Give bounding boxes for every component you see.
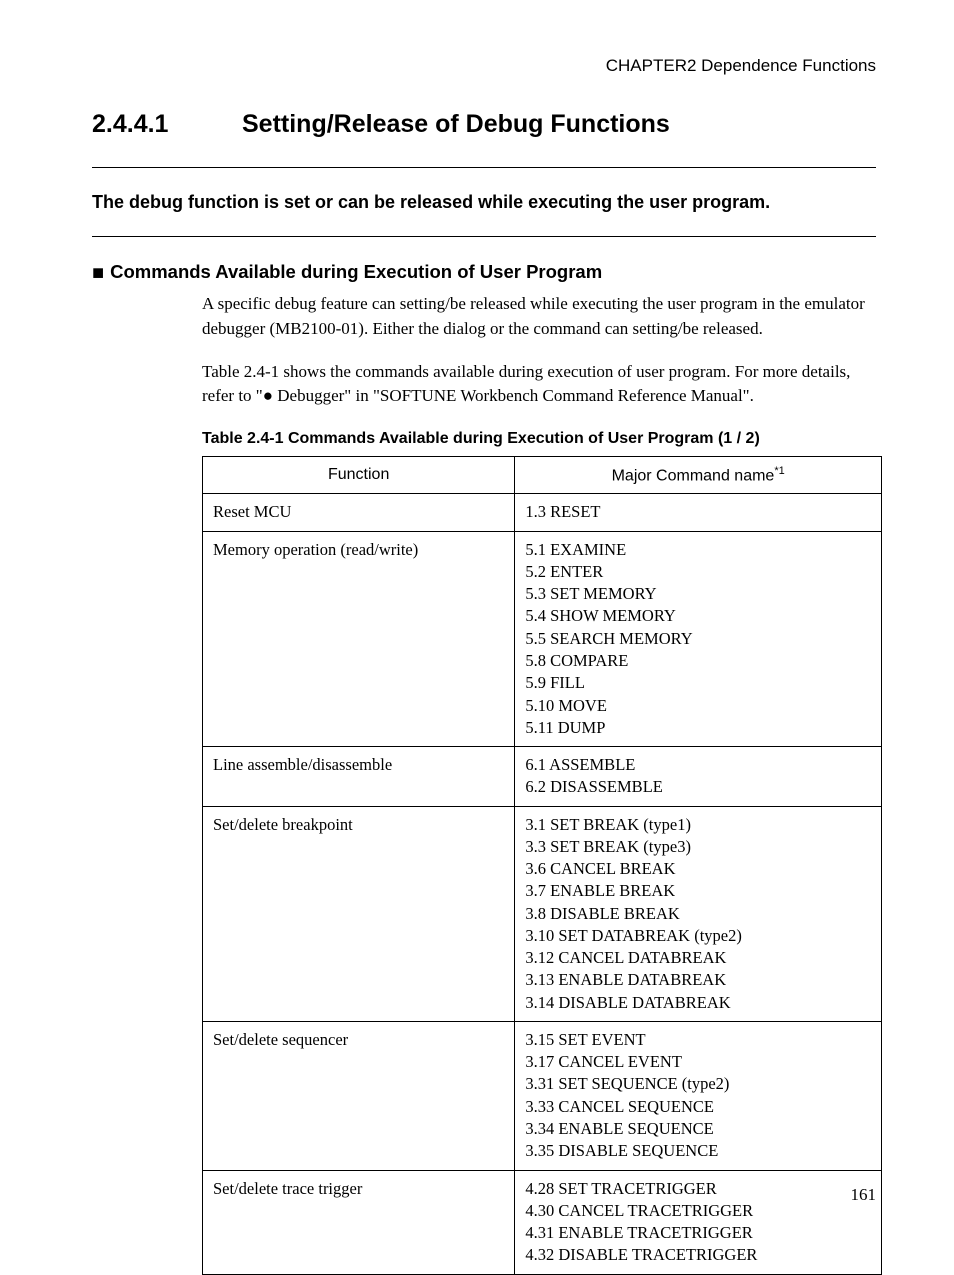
divider-bottom <box>92 236 876 237</box>
table-cell-function: Set/delete trace trigger <box>203 1170 515 1274</box>
section-title: 2.4.4.1Setting/Release of Debug Function… <box>92 110 876 139</box>
table-cell-function: Set/delete breakpoint <box>203 806 515 1021</box>
paragraph: Table 2.4-1 shows the commands available… <box>202 360 876 409</box>
section-title-text: Setting/Release of Debug Functions <box>242 110 670 138</box>
page-number: 161 <box>851 1185 877 1205</box>
table-cell-commands: 3.15 SET EVENT3.17 CANCEL EVENT3.31 SET … <box>515 1021 882 1170</box>
section-number: 2.4.4.1 <box>92 110 242 139</box>
table-cell-function: Memory operation (read/write) <box>203 531 515 746</box>
square-bullet-icon: ■ <box>92 262 104 284</box>
subheading-text: Commands Available during Execution of U… <box>110 261 602 282</box>
table-row: Reset MCU1.3 RESET <box>203 494 882 531</box>
table-row: Set/delete sequencer3.15 SET EVENT3.17 C… <box>203 1021 882 1170</box>
divider-top <box>92 167 876 168</box>
table-cell-function: Reset MCU <box>203 494 515 531</box>
body-text: A specific debug feature can setting/be … <box>202 292 876 450</box>
subheading: ■ Commands Available during Execution of … <box>92 261 876 284</box>
table-header-command-text: Major Command name <box>612 467 775 484</box>
section-summary: The debug function is set or can be rele… <box>92 190 876 214</box>
table-row: Memory operation (read/write)5.1 EXAMINE… <box>203 531 882 746</box>
table-row: Set/delete breakpoint3.1 SET BREAK (type… <box>203 806 882 1021</box>
table-header-command: Major Command name*1 <box>515 457 882 494</box>
table-header-command-sup: *1 <box>774 465 784 477</box>
paragraph: A specific debug feature can setting/be … <box>202 292 876 341</box>
chapter-header: CHAPTER2 Dependence Functions <box>92 56 876 76</box>
table-cell-commands: 3.1 SET BREAK (type1)3.3 SET BREAK (type… <box>515 806 882 1021</box>
table-cell-commands: 4.28 SET TRACETRIGGER4.30 CANCEL TRACETR… <box>515 1170 882 1274</box>
table-cell-commands: 1.3 RESET <box>515 494 882 531</box>
table-cell-function: Set/delete sequencer <box>203 1021 515 1170</box>
page: CHAPTER2 Dependence Functions 2.4.4.1Set… <box>0 0 954 1235</box>
table-header-function: Function <box>203 457 515 494</box>
table-cell-function: Line assemble/disassemble <box>203 747 515 807</box>
table-caption: Table 2.4-1 Commands Available during Ex… <box>202 427 876 450</box>
table-row: Line assemble/disassemble6.1 ASSEMBLE6.2… <box>203 747 882 807</box>
table-cell-commands: 6.1 ASSEMBLE6.2 DISASSEMBLE <box>515 747 882 807</box>
table-cell-commands: 5.1 EXAMINE5.2 ENTER5.3 SET MEMORY5.4 SH… <box>515 531 882 746</box>
table-row: Set/delete trace trigger4.28 SET TRACETR… <box>203 1170 882 1274</box>
commands-table: Function Major Command name*1 Reset MCU1… <box>202 456 882 1275</box>
table-header-row: Function Major Command name*1 <box>203 457 882 494</box>
